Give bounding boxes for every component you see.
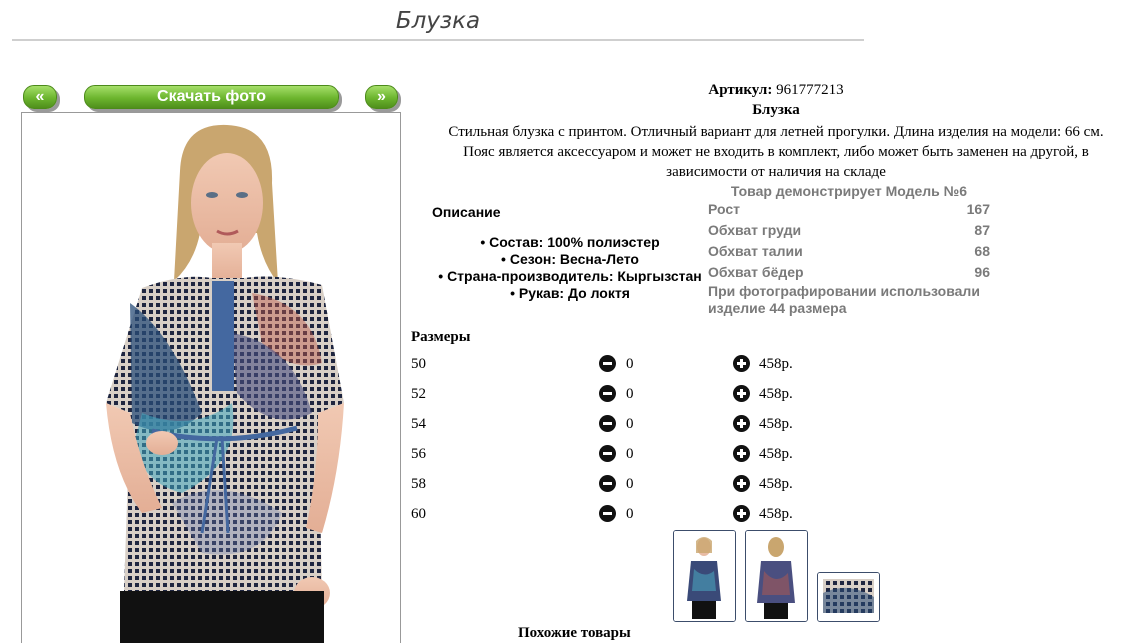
size-value: 50	[411, 356, 426, 372]
price-value: 458р.	[759, 476, 793, 492]
feature-item: Сезон: Весна-Лето	[420, 251, 720, 268]
title-divider	[12, 39, 864, 41]
note-line: При фотографировании использовали	[708, 283, 980, 299]
feature-item: Страна-производитель: Кыргызстан	[420, 268, 720, 285]
size-value: 60	[411, 506, 426, 522]
description-line: Стильная блузка с принтом. Отличный вари…	[448, 124, 1104, 140]
measurement-row: Обхват груди 87	[708, 220, 990, 241]
quantity-value: 0	[626, 386, 634, 402]
thumbnail-back[interactable]	[745, 530, 808, 622]
next-photo-button[interactable]: »	[365, 85, 398, 109]
prev-photo-button[interactable]: «	[23, 85, 57, 109]
price-value: 458р.	[759, 386, 793, 402]
thumbnail-fabric-image	[818, 573, 879, 621]
note-line: изделие 44 размера	[708, 300, 847, 316]
price-value: 458р.	[759, 356, 793, 372]
size-value: 56	[411, 446, 426, 462]
price-value: 458р.	[759, 506, 793, 522]
thumbnail-back-image	[746, 531, 807, 621]
plus-icon[interactable]	[733, 475, 750, 492]
size-value: 52	[411, 386, 426, 402]
sku-value: 961777213	[776, 82, 844, 98]
plus-icon[interactable]	[733, 505, 750, 522]
model-size-note: При фотографировании использовали издели…	[708, 283, 990, 317]
measurement-row: Обхват бёдер 96	[708, 262, 990, 283]
feature-item: Состав: 100% полиэстер	[420, 234, 720, 251]
size-row: 54 0 458р.	[411, 412, 831, 442]
description-line: Пояс является аксессуаром и может не вхо…	[463, 144, 1089, 160]
thumbnail-front[interactable]	[673, 530, 736, 622]
minus-icon[interactable]	[599, 415, 616, 432]
model-measurements: Товар демонстрирует Модель №6 Рост 167 О…	[708, 183, 990, 317]
size-row: 52 0 458р.	[411, 382, 831, 412]
size-value: 54	[411, 416, 426, 432]
quantity-value: 0	[626, 356, 634, 372]
features-title: Описание	[432, 204, 501, 220]
thumbnail-front-image	[674, 531, 735, 621]
measurement-value: 96	[974, 264, 990, 280]
quantity-value: 0	[626, 446, 634, 462]
sku-label: Артикул:	[708, 82, 773, 98]
measurement-value: 68	[974, 243, 990, 259]
download-photo-button[interactable]: Скачать фото	[84, 85, 339, 109]
main-product-photo[interactable]	[21, 112, 401, 643]
quantity-value: 0	[626, 506, 634, 522]
page-title: Блузка	[395, 8, 481, 34]
similar-products-title: Похожие товары	[518, 625, 631, 641]
minus-icon[interactable]	[599, 475, 616, 492]
measurement-row: Рост 167	[708, 199, 990, 220]
product-description: Стильная блузка с принтом. Отличный вари…	[420, 122, 1132, 182]
model-heading: Товар демонстрирует Модель №6	[730, 183, 968, 199]
feature-item: Рукав: До локтя	[420, 285, 720, 302]
plus-icon[interactable]	[733, 355, 750, 372]
quantity-value: 0	[626, 476, 634, 492]
size-row: 58 0 458р.	[411, 472, 831, 502]
product-name: Блузка	[752, 102, 800, 118]
measurement-value: 167	[966, 201, 990, 217]
thumbnail-fabric[interactable]	[817, 572, 880, 622]
measurement-value: 87	[974, 222, 990, 238]
minus-icon[interactable]	[599, 355, 616, 372]
minus-icon[interactable]	[599, 445, 616, 462]
sizes-table: 50 0 458р. 52 0 458р. 54 0 458р. 56 0 45…	[411, 352, 831, 532]
measurement-label: Обхват груди	[708, 222, 802, 238]
description-line: зависимости от наличия на складе	[666, 164, 886, 180]
measurement-label: Рост	[708, 201, 740, 217]
product-sku: Артикул: 961777213	[420, 82, 1132, 99]
measurement-row: Обхват талии 68	[708, 241, 990, 262]
plus-icon[interactable]	[733, 415, 750, 432]
sizes-title: Размеры	[411, 329, 471, 345]
price-value: 458р.	[759, 446, 793, 462]
measurement-label: Обхват талии	[708, 243, 803, 259]
quantity-value: 0	[626, 416, 634, 432]
size-row: 60 0 458р.	[411, 502, 831, 532]
minus-icon[interactable]	[599, 505, 616, 522]
measurement-label: Обхват бёдер	[708, 264, 804, 280]
plus-icon[interactable]	[733, 445, 750, 462]
price-value: 458р.	[759, 416, 793, 432]
plus-icon[interactable]	[733, 385, 750, 402]
size-row: 56 0 458р.	[411, 442, 831, 472]
features-list: Состав: 100% полиэстер Сезон: Весна-Лето…	[420, 234, 720, 302]
size-value: 58	[411, 476, 426, 492]
size-row: 50 0 458р.	[411, 352, 831, 382]
model-wearing-blouse-image	[106, 124, 344, 643]
minus-icon[interactable]	[599, 385, 616, 402]
